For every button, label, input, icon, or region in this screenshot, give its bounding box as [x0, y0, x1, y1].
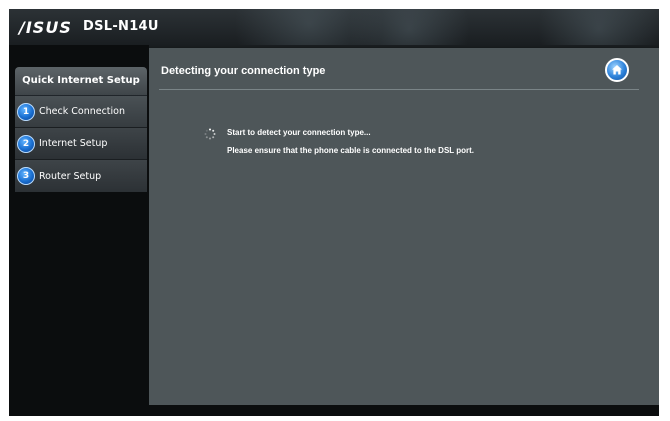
main-panel: Detecting your connection type Start to … — [149, 48, 659, 405]
sidebar-empty-area — [15, 201, 147, 416]
asus-logo: /ISUS — [19, 18, 72, 37]
step-number-2-icon: 2 — [17, 134, 35, 153]
title-divider — [159, 89, 639, 90]
header-bar: /ISUS DSL-N14U — [9, 9, 659, 45]
router-frame: /ISUS DSL-N14U Quick Internet Setup 1 Ch… — [9, 9, 659, 416]
setup-sidebar: Quick Internet Setup 1 Check Connection … — [15, 67, 147, 201]
model-name: DSL-N14U — [83, 19, 159, 34]
step-number-3-icon: 3 — [17, 167, 35, 185]
instruction-message: Please ensure that the phone cable is co… — [227, 146, 475, 155]
step-internet-setup[interactable]: 2 Internet Setup — [15, 128, 147, 160]
step-number-1-icon: 1 — [17, 102, 35, 121]
home-button[interactable] — [605, 58, 629, 82]
step-label: Internet Setup — [39, 138, 108, 149]
page-title: Detecting your connection type — [161, 65, 326, 77]
step-router-setup[interactable]: 3 Router Setup — [15, 160, 147, 192]
status-message: Start to detect your connection type... — [227, 128, 371, 137]
sidebar-title: Quick Internet Setup — [15, 67, 147, 96]
home-icon — [612, 65, 622, 75]
step-label: Check Connection — [39, 106, 125, 117]
footer-bar — [149, 405, 659, 416]
loading-spinner-icon — [204, 128, 216, 140]
step-label: Router Setup — [39, 170, 102, 182]
step-check-connection[interactable]: 1 Check Connection — [15, 96, 147, 128]
